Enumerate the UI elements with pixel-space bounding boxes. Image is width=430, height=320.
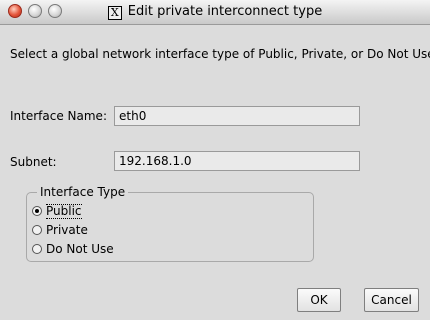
radio-public[interactable]: Public xyxy=(32,203,82,219)
interface-type-legend: Interface Type xyxy=(37,185,129,199)
x11-logo-icon: X xyxy=(107,6,122,20)
radio-public-label: Public xyxy=(46,203,82,219)
radio-private[interactable]: Private xyxy=(32,222,88,238)
cancel-button[interactable]: Cancel xyxy=(364,288,419,312)
radio-private-indicator[interactable] xyxy=(32,225,42,235)
ok-button[interactable]: OK xyxy=(297,288,341,312)
radio-public-indicator[interactable] xyxy=(32,206,42,216)
radio-do-not-use-indicator[interactable] xyxy=(32,244,42,254)
subnet-label: Subnet: xyxy=(10,155,57,169)
interface-name-label: Interface Name: xyxy=(10,109,107,123)
interface-name-field[interactable] xyxy=(114,106,360,126)
radio-do-not-use-label: Do Not Use xyxy=(46,242,114,256)
radio-private-label: Private xyxy=(46,223,88,237)
radio-do-not-use[interactable]: Do Not Use xyxy=(32,241,114,257)
title-bar[interactable]: X Edit private interconnect type xyxy=(0,0,430,25)
window-title-text: Edit private interconnect type xyxy=(127,4,323,19)
description-text: Select a global network interface type o… xyxy=(10,47,430,61)
subnet-field[interactable] xyxy=(114,151,360,171)
window-title: X Edit private interconnect type xyxy=(0,3,430,21)
